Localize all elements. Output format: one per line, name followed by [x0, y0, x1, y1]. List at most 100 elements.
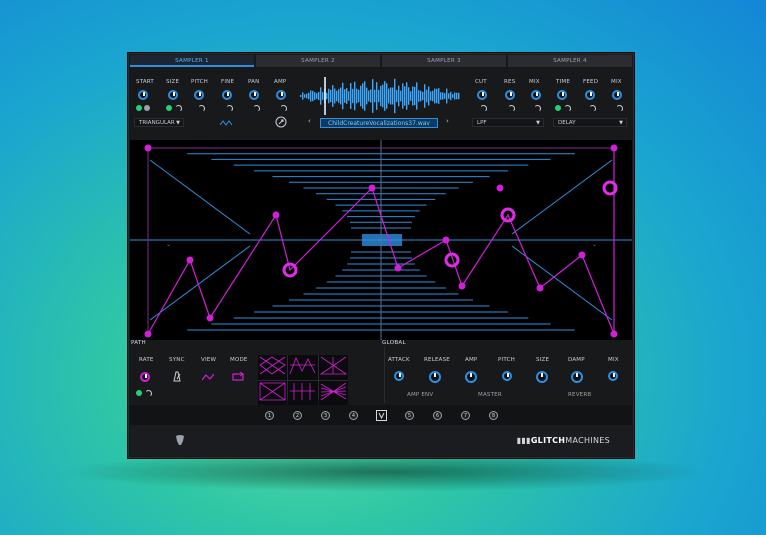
delay-mix-knob[interactable] — [612, 90, 622, 100]
waveform-bar — [458, 92, 460, 100]
tab-sampler-1[interactable]: SAMPLER 1 — [130, 55, 254, 67]
waveform-bar — [332, 85, 334, 107]
waveform-bar — [320, 87, 322, 105]
path-preset-5[interactable] — [288, 381, 318, 406]
res-knob[interactable] — [505, 90, 515, 100]
mod-depth-icon[interactable] — [280, 105, 287, 112]
global-pitch-knob[interactable] — [502, 371, 512, 381]
path-preset-2[interactable] — [288, 355, 318, 380]
fine-knob[interactable] — [222, 90, 232, 100]
mod-depth-icon[interactable] — [564, 105, 571, 112]
step-4[interactable]: 4 — [349, 411, 358, 420]
amp-knob[interactable] — [276, 90, 286, 100]
random-icon[interactable] — [275, 116, 287, 128]
path-preset-3[interactable] — [318, 355, 348, 380]
damp-knob[interactable] — [571, 371, 583, 383]
path-node[interactable] — [144, 330, 152, 338]
time-knob[interactable] — [557, 90, 567, 100]
waveform-bar — [386, 83, 388, 109]
reverb-size-knob[interactable] — [536, 371, 548, 383]
mod-depth-icon[interactable] — [480, 105, 487, 112]
tab-sampler-3[interactable]: SAMPLER 3 — [382, 55, 506, 67]
waveform-bar — [456, 92, 458, 100]
sample-filename[interactable]: ChildCreatureVocalizations37.wav — [320, 118, 438, 128]
waveform-bar — [418, 90, 420, 102]
step-6[interactable]: 6 — [433, 411, 442, 420]
delay-type-select[interactable]: DELAY ▼ — [553, 118, 627, 127]
path-preset-6[interactable] — [318, 381, 348, 406]
path-node[interactable] — [368, 184, 376, 192]
path-node[interactable] — [610, 330, 618, 338]
size-knob[interactable] — [168, 90, 178, 100]
path-node[interactable] — [442, 236, 450, 244]
path-node[interactable] — [186, 256, 194, 264]
mod-depth-icon[interactable] — [616, 105, 623, 112]
chevron-down-icon: ▼ — [176, 120, 180, 126]
step-7[interactable]: 7 — [461, 411, 470, 420]
path-node[interactable] — [458, 282, 466, 290]
mod-depth-icon[interactable] — [534, 105, 541, 112]
waveform-bar — [366, 87, 368, 105]
mod-depth-icon[interactable] — [226, 105, 233, 112]
path-node[interactable] — [496, 184, 504, 192]
brand-suffix: MACHINES — [565, 436, 610, 445]
path-node[interactable] — [206, 314, 214, 322]
step-2[interactable]: 2 — [293, 411, 302, 420]
path-node[interactable] — [144, 144, 152, 152]
shape-select[interactable]: TRIANGULAR ▼ — [134, 118, 184, 127]
path-node[interactable] — [610, 144, 618, 152]
step-5[interactable]: 5 — [405, 411, 414, 420]
step-1[interactable]: 1 — [265, 411, 274, 420]
waveform-bar — [390, 87, 392, 105]
filter-mix-knob[interactable] — [531, 90, 541, 100]
view-icon[interactable] — [202, 373, 214, 381]
tab-sampler-2[interactable]: SAMPLER 2 — [256, 55, 380, 67]
loop-mode-icon[interactable] — [232, 372, 244, 381]
waveform-bar — [416, 82, 418, 110]
feed-knob[interactable] — [585, 90, 595, 100]
rate-mod-toggle[interactable] — [136, 390, 142, 396]
step-8[interactable]: 8 — [489, 411, 498, 420]
rate-knob[interactable] — [140, 372, 150, 382]
reverb-mix-knob[interactable] — [608, 371, 618, 381]
path-preset-1[interactable] — [258, 355, 288, 380]
mod-depth-icon[interactable] — [508, 105, 515, 112]
mod-depth-icon[interactable] — [145, 390, 152, 397]
prev-sample-icon[interactable]: ‹ — [308, 117, 311, 125]
start-knob[interactable] — [138, 90, 148, 100]
global-amp-label: AMP — [465, 357, 478, 363]
path-node[interactable] — [394, 264, 402, 272]
waveform-bar — [408, 87, 410, 105]
pitch-knob[interactable] — [194, 90, 204, 100]
glitch-logo-icon[interactable] — [376, 410, 387, 421]
metronome-icon[interactable] — [172, 371, 182, 382]
path-node[interactable] — [272, 211, 280, 219]
cut-knob[interactable] — [477, 90, 487, 100]
mod-depth-icon[interactable] — [175, 105, 182, 112]
mod-toggle-time[interactable] — [555, 105, 561, 111]
waveform-bar — [426, 89, 428, 103]
mod-depth-icon[interactable] — [198, 105, 205, 112]
mod-depth-icon[interactable] — [589, 105, 596, 112]
path-node[interactable] — [536, 284, 544, 292]
mod-depth-icon[interactable] — [253, 105, 260, 112]
global-amp-knob[interactable] — [465, 371, 477, 383]
filter-type-select[interactable]: LPF ▼ — [472, 118, 544, 127]
next-sample-icon[interactable]: › — [446, 117, 449, 125]
release-knob[interactable] — [429, 371, 441, 383]
path-canvas[interactable]: ⌄ ⌄ — [130, 140, 632, 340]
mod-toggle-size[interactable] — [166, 105, 172, 111]
path-visualizer[interactable]: ⌄ ⌄ — [130, 140, 632, 340]
mod-toggle-start[interactable] — [136, 105, 142, 111]
path-node[interactable] — [578, 251, 586, 259]
waveform-bar — [402, 83, 404, 109]
waveform-display[interactable] — [300, 77, 460, 115]
waveform-bar — [444, 93, 446, 99]
pan-knob[interactable] — [249, 90, 259, 100]
path-preset-4[interactable] — [258, 381, 288, 406]
tab-sampler-4[interactable]: SAMPLER 4 — [508, 55, 632, 67]
step-3[interactable]: 3 — [321, 411, 330, 420]
waveform-bar — [396, 89, 398, 103]
attack-knob[interactable] — [394, 371, 404, 381]
mod-toggle-start-2[interactable] — [144, 105, 150, 111]
